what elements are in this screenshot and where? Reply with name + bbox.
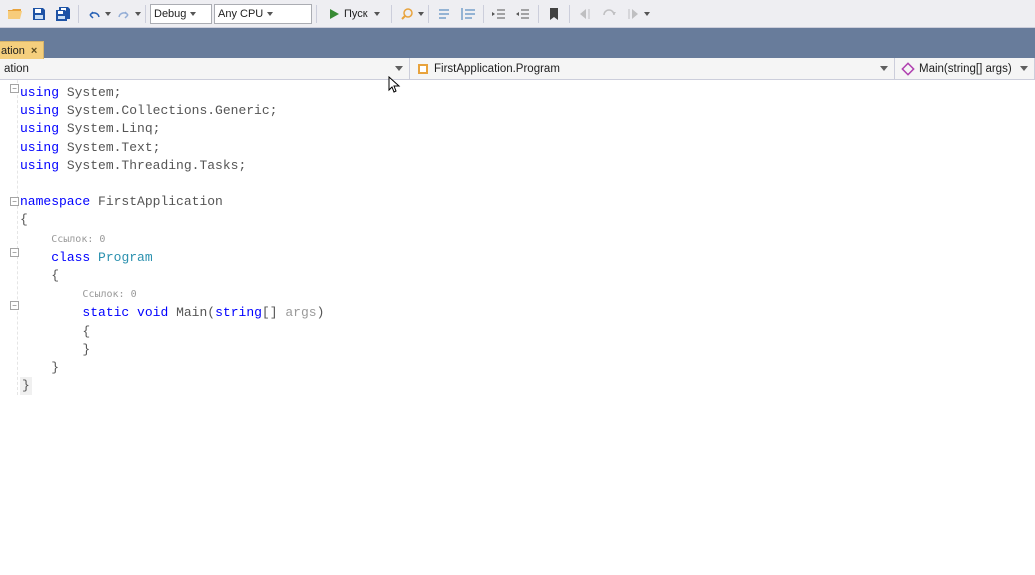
chevron-down-icon xyxy=(1020,66,1028,71)
uncomment-button[interactable] xyxy=(457,3,479,25)
step-into-button[interactable] xyxy=(622,3,644,25)
config-label: Debug xyxy=(154,8,186,20)
open-folder-button[interactable] xyxy=(4,3,26,25)
step-over-button[interactable] xyxy=(598,3,620,25)
method-icon xyxy=(901,62,915,76)
comment-button[interactable] xyxy=(433,3,455,25)
tab-close-button[interactable]: × xyxy=(31,45,37,57)
step-split-caret[interactable] xyxy=(644,12,650,16)
undo-button[interactable] xyxy=(83,3,105,25)
code-text[interactable]: using System; using System.Collections.G… xyxy=(20,80,1035,395)
type-label: FirstApplication.Program xyxy=(434,63,560,75)
redo-split-caret[interactable] xyxy=(135,12,141,16)
indent-left-button[interactable] xyxy=(488,3,510,25)
indent-right-button[interactable] xyxy=(512,3,534,25)
project-dropdown[interactable]: ation xyxy=(0,58,410,79)
chevron-down-icon xyxy=(880,66,888,71)
code-nav-bar: ation FirstApplication.Program Main(stri… xyxy=(0,58,1035,80)
document-well: ation × xyxy=(0,28,1035,58)
start-button[interactable]: Пуск xyxy=(321,4,387,24)
type-dropdown[interactable]: FirstApplication.Program xyxy=(410,58,895,79)
chevron-down-icon xyxy=(190,12,196,16)
find-split-caret[interactable] xyxy=(418,12,424,16)
tab-filename-partial: ation xyxy=(1,45,25,57)
undo-split-caret[interactable] xyxy=(105,12,111,16)
start-label: Пуск xyxy=(344,8,368,20)
platform-dropdown[interactable]: Any CPU xyxy=(214,4,312,24)
bookmark-button[interactable] xyxy=(543,3,565,25)
chevron-down-icon xyxy=(395,66,403,71)
chevron-down-icon xyxy=(267,12,273,16)
find-button[interactable] xyxy=(396,3,418,25)
member-label: Main(string[] args) xyxy=(919,63,1012,75)
code-editor[interactable]: − − − − using System; using System.Colle… xyxy=(0,80,1035,395)
separator xyxy=(391,5,392,23)
platform-label: Any CPU xyxy=(218,8,263,20)
project-label-partial: ation xyxy=(4,63,29,75)
save-all-button[interactable] xyxy=(52,3,74,25)
outline-gutter: − − − − xyxy=(0,80,18,395)
fold-toggle[interactable]: − xyxy=(10,84,19,93)
redo-button[interactable] xyxy=(113,3,135,25)
separator xyxy=(316,5,317,23)
document-tab-active[interactable]: ation × xyxy=(0,41,44,59)
separator xyxy=(483,5,484,23)
save-button[interactable] xyxy=(28,3,50,25)
fold-toggle[interactable]: − xyxy=(10,301,19,310)
main-toolbar: Debug Any CPU Пуск xyxy=(0,0,1035,28)
fold-toggle[interactable]: − xyxy=(10,197,19,206)
separator xyxy=(145,5,146,23)
step-back-button[interactable] xyxy=(574,3,596,25)
class-icon xyxy=(416,62,430,76)
member-dropdown[interactable]: Main(string[] args) xyxy=(895,58,1035,79)
separator xyxy=(569,5,570,23)
fold-toggle[interactable]: − xyxy=(10,248,19,257)
separator xyxy=(78,5,79,23)
config-dropdown[interactable]: Debug xyxy=(150,4,212,24)
chevron-down-icon xyxy=(374,12,380,16)
separator xyxy=(538,5,539,23)
separator xyxy=(428,5,429,23)
